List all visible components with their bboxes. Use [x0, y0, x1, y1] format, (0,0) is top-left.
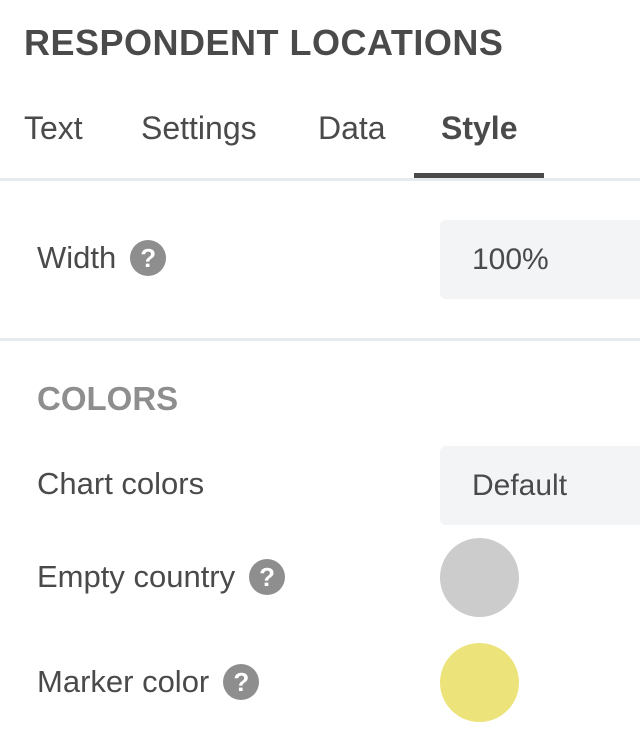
question-circle-icon[interactable]: ? [130, 240, 167, 276]
empty-country-color-swatch[interactable] [440, 538, 519, 617]
question-circle-icon[interactable]: ? [249, 559, 286, 595]
section-divider [0, 338, 640, 341]
marker-color-swatch[interactable] [440, 643, 519, 722]
chart-colors-label-group: Chart colors [37, 465, 204, 503]
panel-title: RESPONDENT LOCATIONS [24, 22, 504, 63]
tab-bar: Text Settings Data Style [0, 100, 640, 181]
chart-colors-select[interactable]: Default [440, 446, 640, 525]
marker-color-label: Marker color [37, 664, 210, 699]
marker-color-label-group: Marker color ? [37, 663, 260, 701]
question-circle-icon[interactable]: ? [223, 664, 260, 700]
width-label: Width [37, 240, 117, 275]
tab-style[interactable]: Style [441, 108, 517, 148]
chart-colors-label: Chart colors [37, 466, 205, 501]
tabs-divider [0, 178, 640, 181]
empty-country-label-group: Empty country ? [37, 558, 286, 596]
width-input[interactable]: 100% [440, 220, 640, 299]
empty-country-label: Empty country [37, 559, 236, 594]
tab-data[interactable]: Data [318, 108, 386, 148]
tab-settings[interactable]: Settings [141, 108, 257, 148]
tab-text[interactable]: Text [24, 108, 83, 148]
width-label-group: Width ? [37, 239, 167, 277]
colors-section-heading: COLORS [37, 380, 179, 417]
style-settings-panel: RESPONDENT LOCATIONS Text Settings Data … [0, 0, 640, 747]
